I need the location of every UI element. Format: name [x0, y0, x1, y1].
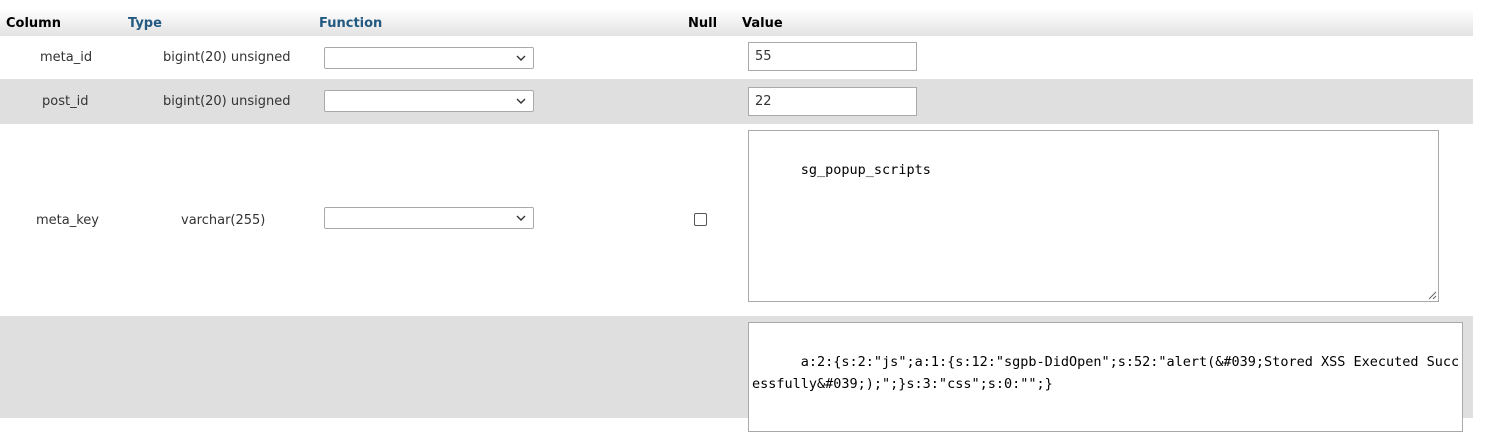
- resize-grip-icon[interactable]: [1428, 291, 1437, 300]
- value-input[interactable]: 22: [748, 87, 917, 116]
- table-row: a:2:{s:2:"js";a:1:{s:12:"sgpb-DidOpen";s…: [0, 316, 1473, 432]
- column-name: meta_key: [36, 213, 99, 228]
- value-textarea[interactable]: a:2:{s:2:"js";a:1:{s:12:"sgpb-DidOpen";s…: [748, 322, 1463, 432]
- table-header: Column Type Function Null Value: [0, 9, 1473, 37]
- header-function-link[interactable]: Function: [319, 16, 382, 31]
- chevron-down-icon: [516, 98, 526, 104]
- column-type: varchar(255): [181, 213, 266, 228]
- column-name: post_id: [42, 94, 89, 109]
- table-row: meta_key varchar(255) sg_popup_scripts: [0, 124, 1473, 316]
- table-row: post_id bigint(20) unsigned 22: [0, 79, 1473, 124]
- value-text: a:2:{s:2:"js";a:1:{s:12:"sgpb-DidOpen";s…: [752, 354, 1460, 392]
- header-type-link[interactable]: Type: [128, 16, 162, 31]
- function-select[interactable]: [324, 90, 534, 112]
- value-text: sg_popup_scripts: [800, 162, 931, 178]
- header-column: Column: [6, 16, 61, 31]
- column-name: meta_id: [40, 50, 93, 65]
- function-select[interactable]: [324, 47, 534, 69]
- header-null: Null: [688, 16, 718, 31]
- chevron-down-icon: [516, 215, 526, 221]
- column-type: bigint(20) unsigned: [163, 94, 291, 109]
- function-select[interactable]: [324, 207, 534, 229]
- column-type: bigint(20) unsigned: [163, 50, 291, 65]
- table-row: meta_id bigint(20) unsigned 55: [0, 36, 1473, 79]
- header-value: Value: [742, 16, 783, 31]
- value-input[interactable]: 55: [748, 42, 917, 71]
- null-checkbox[interactable]: [694, 213, 707, 226]
- chevron-down-icon: [516, 55, 526, 61]
- value-textarea[interactable]: sg_popup_scripts: [748, 130, 1439, 302]
